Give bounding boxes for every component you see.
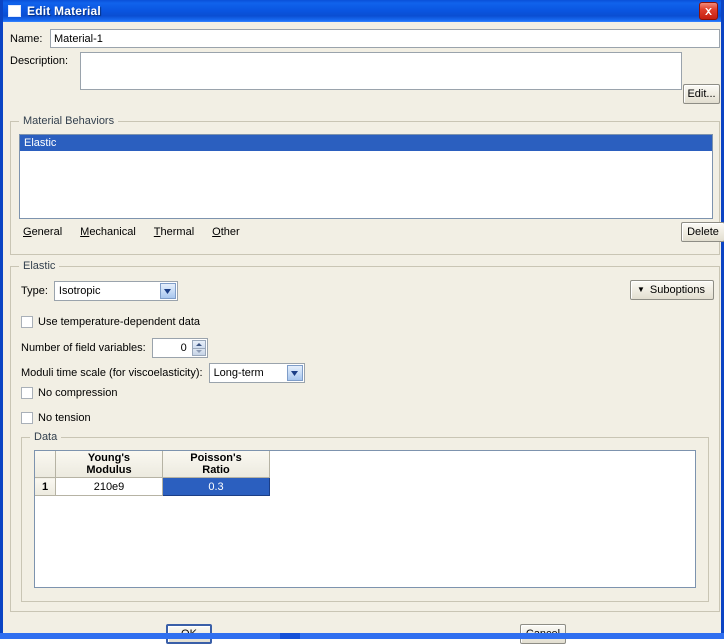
menu-thermal[interactable]: Thermal bbox=[154, 226, 194, 238]
chevron-down-icon[interactable] bbox=[286, 365, 303, 381]
edit-material-dialog: Edit Material Name: Description: Edit...… bbox=[0, 0, 724, 644]
taskbar-segment bbox=[0, 633, 280, 639]
elastic-group-title: Elastic bbox=[19, 260, 60, 272]
stepper-down-icon[interactable] bbox=[191, 348, 206, 356]
column-header-youngs-modulus[interactable]: Young's Modulus bbox=[55, 451, 163, 478]
material-behaviors-group: Material Behaviors Elastic General Mecha… bbox=[10, 115, 724, 255]
moduli-time-scale-label: Moduli time scale (for viscoelasticity): bbox=[21, 367, 203, 379]
column-header-line: Ratio bbox=[202, 464, 230, 476]
column-header-line: Poisson's bbox=[190, 452, 242, 464]
material-behaviors-title: Material Behaviors bbox=[19, 115, 119, 127]
edit-description-button[interactable]: Edit... bbox=[683, 84, 720, 104]
type-row: Type: Isotropic bbox=[21, 281, 178, 301]
elastic-group: Elastic Type: Isotropic ▼ Suboptions Use… bbox=[10, 260, 720, 612]
behavior-menu-bar: General Mechanical Thermal Other bbox=[23, 226, 240, 238]
checkbox-box[interactable] bbox=[21, 316, 33, 328]
taskbar-segment bbox=[300, 633, 724, 639]
window-title: Edit Material bbox=[27, 4, 101, 18]
menu-other[interactable]: Other bbox=[212, 226, 240, 238]
moduli-time-scale-value: Long-term bbox=[213, 367, 264, 379]
description-label: Description: bbox=[10, 55, 69, 67]
suboptions-button[interactable]: ▼ Suboptions bbox=[630, 280, 714, 300]
menu-general[interactable]: General bbox=[23, 226, 62, 238]
checkbox-box[interactable] bbox=[21, 412, 33, 424]
material-data-table: Young's Modulus Poisson's Ratio 1 210e9 … bbox=[35, 451, 270, 496]
close-icon[interactable] bbox=[699, 2, 718, 20]
chevron-down-icon[interactable] bbox=[159, 283, 176, 299]
stepper-up-icon[interactable] bbox=[191, 340, 206, 349]
data-group: Data Young's Modulus Poisson's Ratio 1 2… bbox=[21, 431, 709, 602]
cell-youngs-modulus[interactable]: 210e9 bbox=[55, 477, 163, 496]
window-icon bbox=[8, 5, 21, 17]
field-variables-stepper[interactable]: 0 bbox=[151, 338, 208, 358]
type-label: Type: bbox=[21, 285, 48, 297]
type-dropdown-value: Isotropic bbox=[58, 285, 101, 297]
no-compression-label: No compression bbox=[38, 387, 118, 399]
moduli-time-scale-dropdown[interactable]: Long-term bbox=[208, 363, 305, 383]
name-input[interactable] bbox=[50, 29, 720, 48]
use-temperature-dependent-label: Use temperature-dependent data bbox=[38, 316, 201, 328]
name-label: Name: bbox=[10, 32, 43, 45]
column-header-line: Modulus bbox=[86, 464, 132, 476]
caret-down-icon: ▼ bbox=[637, 285, 645, 294]
data-group-title: Data bbox=[30, 431, 62, 443]
description-row: Description: bbox=[10, 52, 720, 92]
dialog-body: Name: Description: Edit... Material Beha… bbox=[3, 22, 724, 644]
no-tension-checkbox[interactable]: No tension bbox=[21, 412, 91, 424]
column-header-line: Young's bbox=[87, 452, 131, 464]
data-table[interactable]: Young's Modulus Poisson's Ratio 1 210e9 … bbox=[34, 450, 696, 588]
delete-button[interactable]: Delete bbox=[681, 222, 724, 242]
field-variables-label: Number of field variables: bbox=[21, 342, 146, 354]
description-input[interactable] bbox=[80, 52, 682, 90]
no-tension-label: No tension bbox=[38, 412, 91, 424]
material-behaviors-list[interactable]: Elastic bbox=[19, 134, 713, 219]
stepper-buttons[interactable] bbox=[191, 340, 206, 356]
name-row: Name: bbox=[10, 29, 720, 48]
table-row: 1 210e9 0.3 bbox=[35, 477, 270, 496]
type-dropdown[interactable]: Isotropic bbox=[53, 281, 178, 301]
field-variables-row: Number of field variables: 0 bbox=[21, 338, 208, 358]
table-header-row: Young's Modulus Poisson's Ratio bbox=[35, 451, 270, 478]
title-bar[interactable]: Edit Material bbox=[3, 0, 721, 22]
row-header[interactable]: 1 bbox=[35, 477, 56, 496]
checkbox-box[interactable] bbox=[21, 387, 33, 399]
suboptions-label: Suboptions bbox=[649, 284, 705, 296]
column-header-poissons-ratio[interactable]: Poisson's Ratio bbox=[162, 451, 270, 478]
cell-poissons-ratio[interactable]: 0.3 bbox=[162, 477, 270, 496]
desktop-taskbar bbox=[0, 633, 724, 639]
table-corner-cell bbox=[35, 451, 56, 478]
list-item[interactable]: Elastic bbox=[20, 135, 712, 151]
moduli-time-scale-row: Moduli time scale (for viscoelasticity):… bbox=[21, 363, 305, 383]
use-temperature-dependent-checkbox[interactable]: Use temperature-dependent data bbox=[21, 316, 200, 328]
no-compression-checkbox[interactable]: No compression bbox=[21, 387, 117, 399]
menu-mechanical[interactable]: Mechanical bbox=[80, 226, 136, 238]
